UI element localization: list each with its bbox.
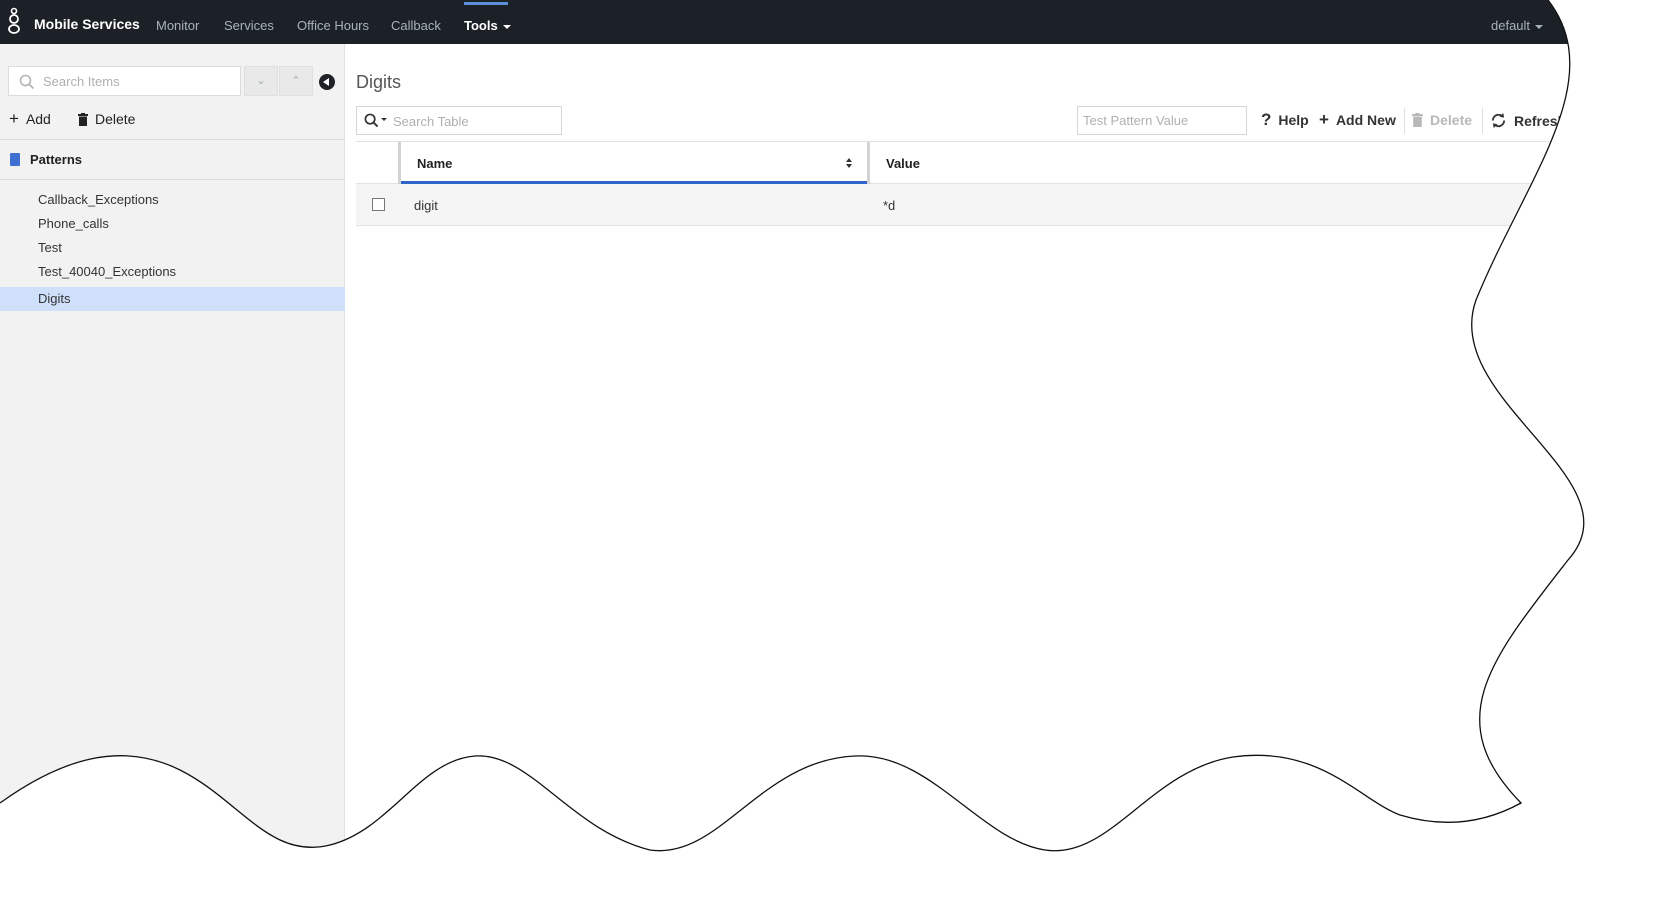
delete-row-label: Delete [1430, 112, 1473, 128]
add-button[interactable]: + Add [9, 109, 51, 128]
trash-icon [78, 112, 88, 126]
plus-icon: + [9, 109, 19, 128]
toolbar-separator [1482, 108, 1483, 134]
help-label: Help [1278, 112, 1309, 128]
delete-label: Delete [95, 111, 136, 127]
trash-icon [1412, 113, 1423, 127]
chevron-down-icon [1535, 24, 1544, 29]
tree-item-test[interactable]: Test [0, 236, 345, 260]
sort-icon[interactable] [846, 158, 852, 169]
divider [0, 139, 345, 140]
column-divider[interactable] [867, 142, 870, 184]
row-checkbox[interactable] [372, 198, 385, 211]
column-divider[interactable] [398, 142, 401, 184]
divider [0, 179, 345, 180]
table-header: Name Value [356, 141, 1669, 184]
nav-office-hours[interactable]: Office Hours [297, 18, 369, 33]
add-label: Add [25, 111, 51, 127]
delete-row-button[interactable]: Delete [1412, 112, 1472, 128]
nav-monitor[interactable]: Monitor [156, 18, 199, 33]
active-nav-indicator [464, 2, 508, 5]
chevron-up-icon: ⌃ [291, 75, 301, 87]
toolbar-separator [1404, 108, 1405, 134]
test-pattern-input[interactable] [1077, 106, 1247, 135]
nav-tools-label: Tools [464, 18, 498, 33]
add-new-label: Add New [1335, 112, 1396, 128]
sidebar: ⌄ ⌃ + Add Delete Patterns Callback_Excep… [0, 44, 345, 906]
table-search[interactable] [356, 106, 562, 135]
prev-match-button[interactable]: ⌃ [279, 66, 313, 96]
tree-item-callback-exceptions[interactable]: Callback_Exceptions [0, 188, 345, 212]
user-menu[interactable]: default [1491, 18, 1544, 33]
table-search-input[interactable] [393, 112, 553, 130]
collapse-left-icon[interactable] [319, 74, 335, 90]
sidebar-search-input[interactable] [43, 71, 233, 91]
user-menu-label: default [1491, 18, 1531, 33]
nav-tools[interactable]: Tools [464, 18, 511, 33]
top-navbar: Mobile Services Monitor Services Office … [0, 0, 1669, 44]
refresh-button[interactable]: Refresh [1490, 112, 1566, 129]
chevron-down-icon[interactable] [381, 118, 387, 121]
chevron-down-icon [502, 24, 511, 29]
nav-services[interactable]: Services [224, 18, 274, 33]
tree-root-label: Patterns [30, 152, 83, 167]
help-icon: ? [1261, 110, 1272, 129]
table-row[interactable]: digit *d [356, 184, 1669, 226]
refresh-icon [1491, 112, 1506, 129]
search-icon [364, 113, 379, 128]
app-title[interactable]: Mobile Services [34, 16, 140, 32]
refresh-label: Refresh [1514, 112, 1567, 129]
genesys-logo-icon[interactable] [6, 7, 22, 35]
cell-name: digit [414, 198, 438, 213]
delete-button[interactable]: Delete [78, 111, 135, 127]
nav-callback[interactable]: Callback [391, 18, 441, 33]
column-header-name[interactable]: Name [417, 156, 452, 171]
tree-root-patterns[interactable]: Patterns [10, 152, 82, 167]
tree-item-digits[interactable]: Digits [0, 287, 345, 311]
cell-value: *d [883, 198, 896, 213]
search-icon [19, 74, 35, 90]
tree-item-test-40040-exceptions[interactable]: Test_40040_Exceptions [0, 260, 345, 284]
sidebar-search[interactable] [8, 66, 241, 96]
chevron-down-icon: ⌄ [256, 75, 266, 87]
help-button[interactable]: ? Help [1261, 110, 1309, 129]
plus-icon: + [1319, 110, 1329, 129]
tree-item-phone-calls[interactable]: Phone_calls [0, 212, 345, 236]
book-icon [10, 153, 20, 166]
footer-text: ys Mobile Servi [1390, 832, 1479, 847]
page-title: Digits [356, 72, 402, 92]
next-match-button[interactable]: ⌄ [244, 66, 278, 96]
add-new-button[interactable]: + Add New [1319, 110, 1396, 129]
column-header-value[interactable]: Value [886, 156, 920, 171]
